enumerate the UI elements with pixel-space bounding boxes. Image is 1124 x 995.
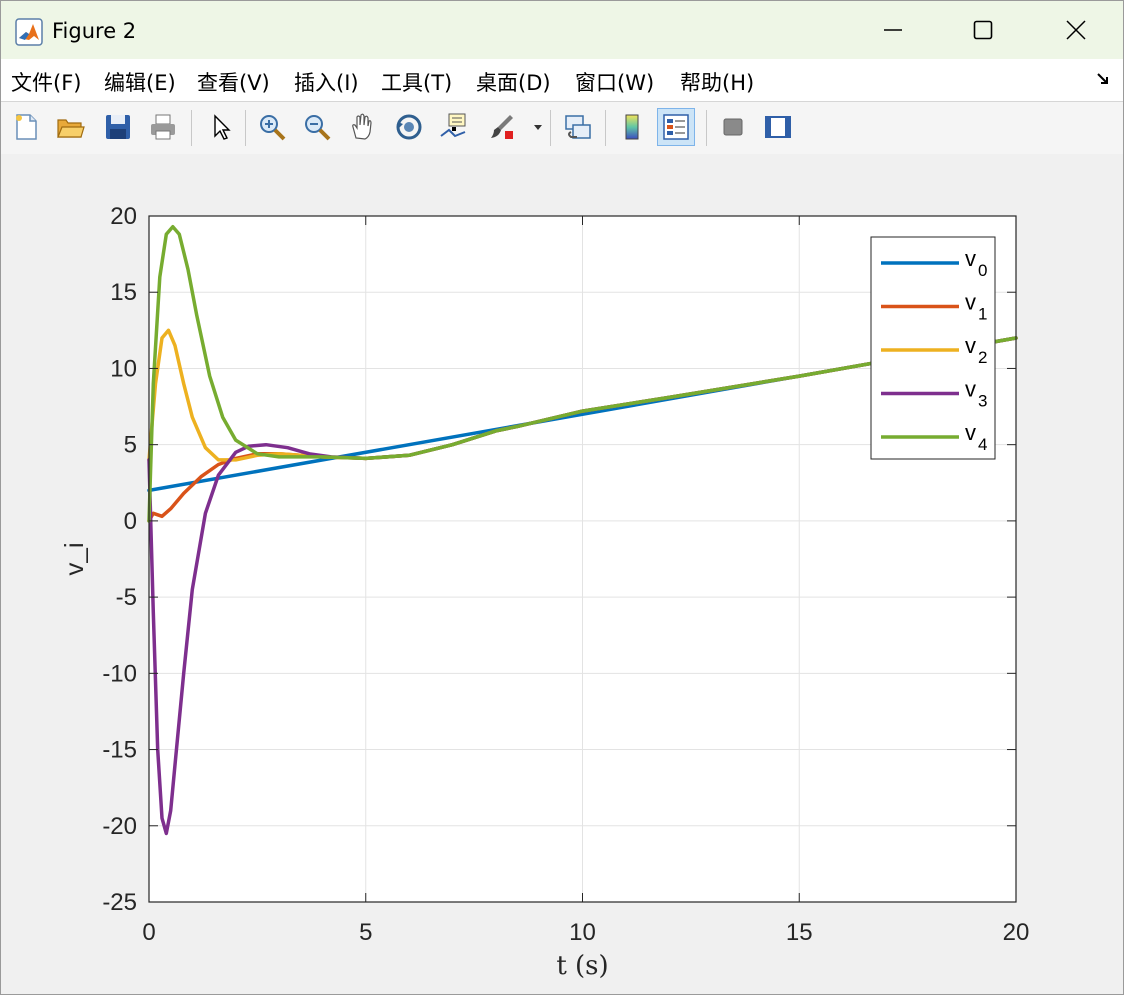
- y-tick-label: 20: [110, 203, 137, 230]
- zoom-out-button[interactable]: [298, 108, 336, 146]
- brush-button[interactable]: [482, 108, 520, 146]
- save-icon: [106, 115, 130, 139]
- menu-tools[interactable]: 工具(T): [381, 67, 452, 97]
- y-tick-label: 0: [124, 508, 137, 535]
- y-axis-label: v_i: [59, 542, 89, 575]
- y-tick-label: -5: [116, 584, 137, 611]
- print-button[interactable]: [144, 108, 182, 146]
- menu-file[interactable]: 文件(F): [11, 67, 81, 97]
- x-tick-label: 15: [786, 919, 813, 946]
- menu-window[interactable]: 窗口(W): [575, 67, 654, 97]
- link-plot-button[interactable]: [559, 108, 597, 146]
- close-icon: [1066, 20, 1086, 40]
- y-tick-label: -15: [102, 737, 137, 764]
- pan-icon: [352, 113, 372, 140]
- legend-button[interactable]: [657, 108, 695, 146]
- brush-icon: [491, 115, 513, 139]
- minimize-icon: [884, 29, 902, 31]
- pan-button[interactable]: [343, 108, 381, 146]
- print-icon: [151, 114, 175, 140]
- link-plot-icon: [565, 115, 591, 139]
- show-plot-tools-icon: [765, 116, 791, 138]
- toolbar-separator: [605, 110, 606, 146]
- y-tick-label: -25: [102, 889, 137, 916]
- maximize-button[interactable]: [938, 1, 1028, 59]
- data-cursor-icon: [440, 113, 466, 138]
- toolbar-separator: [245, 110, 246, 146]
- data-cursor-button[interactable]: [435, 108, 473, 146]
- window-title: Figure 2: [52, 19, 137, 43]
- hide-plot-tools-button[interactable]: [714, 108, 752, 146]
- save-button[interactable]: [99, 108, 137, 146]
- rotate-3d-icon: [396, 114, 422, 140]
- y-tick-label: 5: [124, 432, 137, 459]
- matlab-icon: [15, 18, 43, 46]
- x-axis-label: t (s): [556, 951, 608, 981]
- menu-bar: 文件(F) 编辑(E) 查看(V) 插入(I) 工具(T) 桌面(D) 窗口(W…: [1, 59, 1123, 101]
- pointer-icon: [214, 114, 231, 140]
- close-button[interactable]: [1031, 1, 1121, 59]
- figure-window: Figure 2 文件(F) 编辑(E) 查看(V) 插入(I) 工具(T) 桌…: [0, 0, 1124, 995]
- legend-box[interactable]: [870, 236, 996, 460]
- minimize-button[interactable]: [848, 1, 938, 59]
- y-tick-label: 15: [110, 279, 137, 306]
- line-plot[interactable]: 0 5 10 15 20-25-20-15-10-505101520t (s)v_iv 0…: [1, 154, 1123, 994]
- menu-edit[interactable]: 编辑(E): [104, 67, 176, 97]
- select-button[interactable]: [201, 108, 239, 146]
- menu-view[interactable]: 查看(V): [197, 67, 270, 97]
- menu-insert[interactable]: 插入(I): [294, 67, 359, 97]
- colorbar-button[interactable]: [613, 108, 651, 146]
- toolbar: [1, 101, 1123, 155]
- hide-plot-tools-icon: [723, 118, 743, 136]
- y-tick-label: -20: [102, 813, 137, 840]
- open-file-button[interactable]: [51, 108, 89, 146]
- y-tick-label: 10: [110, 355, 137, 382]
- rotate-3d-button[interactable]: [390, 108, 428, 146]
- dock-arrow-icon[interactable]: [1095, 71, 1111, 87]
- toolbar-separator: [706, 110, 707, 146]
- x-tick-label: 5: [359, 919, 372, 946]
- x-tick-label: 10: [569, 919, 596, 946]
- show-plot-tools-button[interactable]: [759, 108, 797, 146]
- maximize-icon: [973, 20, 993, 40]
- brush-dropdown-icon[interactable]: [533, 122, 543, 132]
- new-figure-button[interactable]: [7, 108, 45, 146]
- x-tick-label: 20: [1003, 919, 1030, 946]
- menu-help[interactable]: 帮助(H): [680, 67, 754, 97]
- toolbar-separator: [191, 110, 192, 146]
- zoom-out-icon: [305, 115, 331, 141]
- open-file-icon: [57, 119, 85, 138]
- x-tick-label: 0: [142, 919, 155, 946]
- menu-desktop[interactable]: 桌面(D): [476, 67, 551, 97]
- zoom-in-icon: [260, 115, 286, 141]
- colorbar-icon: [625, 114, 639, 140]
- toolbar-separator: [550, 110, 551, 146]
- figure-canvas[interactable]: 0 5 10 15 20 -25 -20 -15 -10 -5 0 5 10 15 20 t (s) v_i v 0…: [1, 154, 1123, 994]
- zoom-in-button[interactable]: [253, 108, 291, 146]
- title-bar[interactable]: Figure 2: [1, 1, 1123, 59]
- legend-icon: [663, 114, 689, 140]
- y-tick-label: -10: [102, 660, 137, 687]
- new-figure-icon: [16, 114, 37, 140]
